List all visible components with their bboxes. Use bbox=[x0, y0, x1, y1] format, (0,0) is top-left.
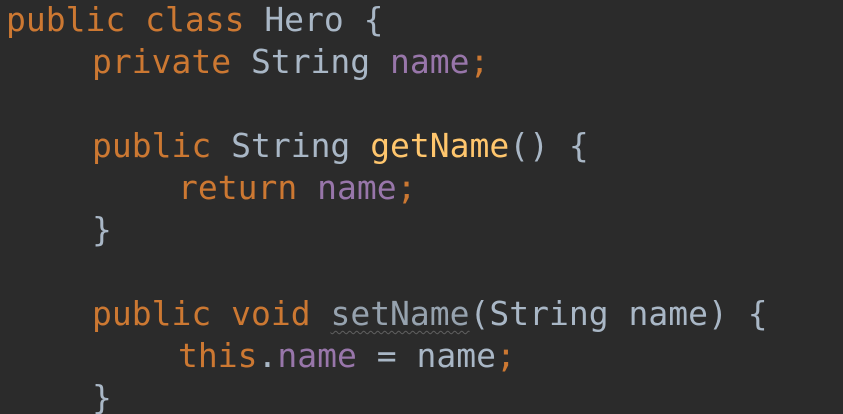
keyword-public: public bbox=[92, 294, 212, 333]
parens: () bbox=[509, 126, 550, 165]
param-type-string: String bbox=[489, 294, 609, 333]
code-line-getter-close: } bbox=[6, 209, 112, 251]
field-name: name bbox=[277, 336, 357, 375]
code-line-return-statement: return name; bbox=[6, 167, 416, 209]
semicolon: ; bbox=[495, 336, 516, 375]
param-name: name bbox=[628, 294, 708, 333]
dot-operator: . bbox=[257, 336, 278, 375]
code-line-field-declaration: private String name; bbox=[6, 41, 489, 83]
semicolon: ; bbox=[396, 168, 417, 207]
type-string: String bbox=[231, 126, 351, 165]
param-name: name bbox=[416, 336, 496, 375]
class-name: Hero bbox=[264, 0, 344, 39]
code-line-setter-signature: public void setName(String name) { bbox=[6, 293, 768, 335]
paren-close: ) bbox=[707, 294, 728, 333]
method-getname: getName bbox=[370, 126, 510, 165]
keyword-void: void bbox=[231, 294, 311, 333]
keyword-private: private bbox=[92, 42, 232, 81]
brace-open: { bbox=[747, 294, 768, 333]
field-name: name bbox=[390, 42, 470, 81]
field-name: name bbox=[317, 168, 397, 207]
semicolon: ; bbox=[469, 42, 490, 81]
brace-close: } bbox=[92, 378, 112, 414]
keyword-this: this bbox=[178, 336, 258, 375]
brace-close: } bbox=[92, 210, 112, 249]
keyword-public: public bbox=[92, 126, 212, 165]
method-setname: setName bbox=[330, 294, 470, 333]
code-line-class-declaration: public class Hero { bbox=[6, 0, 384, 41]
keyword-return: return bbox=[178, 168, 298, 207]
paren-open: ( bbox=[469, 294, 490, 333]
code-line-assignment: this.name = name; bbox=[6, 335, 516, 377]
code-editor[interactable]: public class Hero { private String name;… bbox=[0, 0, 843, 414]
code-line-setter-close: } bbox=[6, 377, 112, 414]
brace-open: { bbox=[363, 0, 384, 39]
code-line-getter-signature: public String getName() { bbox=[6, 125, 589, 167]
type-string: String bbox=[250, 42, 371, 81]
assign-operator: = bbox=[376, 336, 397, 375]
keyword-class: class bbox=[145, 0, 245, 39]
keyword-public: public bbox=[6, 0, 126, 39]
brace-open: { bbox=[568, 126, 589, 165]
